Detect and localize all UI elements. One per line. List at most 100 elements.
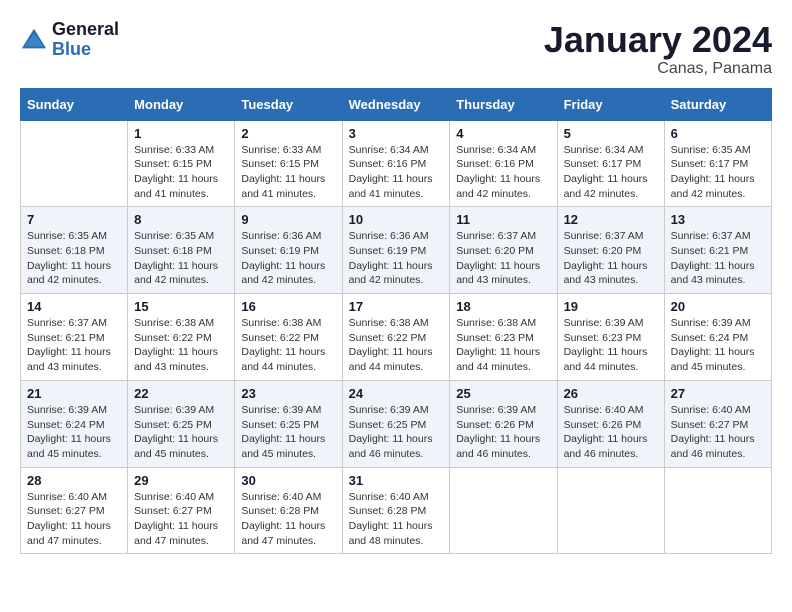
calendar-cell: 1 Sunrise: 6:33 AM Sunset: 6:15 PM Daylig… [128,120,235,207]
day-info: Sunrise: 6:34 AM Sunset: 6:16 PM Dayligh… [456,143,550,202]
day-info: Sunrise: 6:39 AM Sunset: 6:25 PM Dayligh… [241,403,335,462]
calendar-cell: 16Sunrise: 6:38 AM Sunset: 6:22 PM Dayli… [235,294,342,381]
day-number: 24 [349,386,444,401]
day-number: 18 [456,299,550,314]
day-info: Sunrise: 6:39 AM Sunset: 6:24 PM Dayligh… [671,316,765,375]
calendar-week-row: 28 Sunrise: 6:40 AM Sunset: 6:27 PM Dayli… [21,467,772,554]
day-info: Sunrise: 6:33 AM Sunset: 6:15 PM Dayligh… [241,143,335,202]
day-number: 30 [241,473,335,488]
calendar-cell: 29 Sunrise: 6:40 AM Sunset: 6:27 PM Dayli… [128,467,235,554]
calendar-cell: 10Sunrise: 6:36 AM Sunset: 6:19 PM Dayli… [342,207,450,294]
day-header: Saturday [664,88,771,120]
calendar-cell: 17 Sunrise: 6:38 AM Sunset: 6:22 PM Dayli… [342,294,450,381]
day-number: 26 [564,386,658,401]
day-info: Sunrise: 6:37 AM Sunset: 6:21 PM Dayligh… [27,316,121,375]
day-info: Sunrise: 6:40 AM Sunset: 6:28 PM Dayligh… [241,490,335,549]
day-number: 12 [564,212,658,227]
day-header: Wednesday [342,88,450,120]
day-number: 1 [134,126,228,141]
header-row: SundayMondayTuesdayWednesdayThursdayFrid… [21,88,772,120]
day-number: 4 [456,126,550,141]
page-header: General Blue January 2024 Canas, Panama [20,20,772,78]
day-info: Sunrise: 6:35 AM Sunset: 6:18 PM Dayligh… [27,229,121,288]
day-header: Sunday [21,88,128,120]
calendar-cell: 31Sunrise: 6:40 AM Sunset: 6:28 PM Dayli… [342,467,450,554]
calendar-cell: 3 Sunrise: 6:34 AM Sunset: 6:16 PM Daylig… [342,120,450,207]
day-number: 19 [564,299,658,314]
day-number: 3 [349,126,444,141]
day-info: Sunrise: 6:37 AM Sunset: 6:21 PM Dayligh… [671,229,765,288]
location-subtitle: Canas, Panama [544,60,772,78]
day-info: Sunrise: 6:40 AM Sunset: 6:27 PM Dayligh… [27,490,121,549]
day-info: Sunrise: 6:35 AM Sunset: 6:18 PM Dayligh… [134,229,228,288]
calendar-cell: 9 Sunrise: 6:36 AM Sunset: 6:19 PM Daylig… [235,207,342,294]
logo: General Blue [20,20,119,60]
day-number: 17 [349,299,444,314]
calendar-cell: 6 Sunrise: 6:35 AM Sunset: 6:17 PM Daylig… [664,120,771,207]
day-number: 13 [671,212,765,227]
day-info: Sunrise: 6:35 AM Sunset: 6:17 PM Dayligh… [671,143,765,202]
calendar-cell: 21 Sunrise: 6:39 AM Sunset: 6:24 PM Dayli… [21,380,128,467]
logo-text: General Blue [52,20,119,60]
day-number: 6 [671,126,765,141]
title-area: January 2024 Canas, Panama [544,20,772,78]
day-info: Sunrise: 6:39 AM Sunset: 6:23 PM Dayligh… [564,316,658,375]
day-number: 28 [27,473,121,488]
day-info: Sunrise: 6:38 AM Sunset: 6:23 PM Dayligh… [456,316,550,375]
day-info: Sunrise: 6:39 AM Sunset: 6:26 PM Dayligh… [456,403,550,462]
day-info: Sunrise: 6:36 AM Sunset: 6:19 PM Dayligh… [241,229,335,288]
day-info: Sunrise: 6:37 AM Sunset: 6:20 PM Dayligh… [456,229,550,288]
calendar-cell [21,120,128,207]
day-info: Sunrise: 6:38 AM Sunset: 6:22 PM Dayligh… [349,316,444,375]
day-number: 22 [134,386,228,401]
day-info: Sunrise: 6:40 AM Sunset: 6:27 PM Dayligh… [134,490,228,549]
calendar-cell: 23Sunrise: 6:39 AM Sunset: 6:25 PM Dayli… [235,380,342,467]
calendar-cell: 15Sunrise: 6:38 AM Sunset: 6:22 PM Dayli… [128,294,235,381]
calendar-cell: 24Sunrise: 6:39 AM Sunset: 6:25 PM Dayli… [342,380,450,467]
month-title: January 2024 [544,20,772,60]
day-header: Tuesday [235,88,342,120]
calendar-cell: 7Sunrise: 6:35 AM Sunset: 6:18 PM Daylig… [21,207,128,294]
day-number: 11 [456,212,550,227]
calendar-week-row: 7Sunrise: 6:35 AM Sunset: 6:18 PM Daylig… [21,207,772,294]
day-header: Friday [557,88,664,120]
calendar-table: SundayMondayTuesdayWednesdayThursdayFrid… [20,88,772,555]
calendar-week-row: 1 Sunrise: 6:33 AM Sunset: 6:15 PM Daylig… [21,120,772,207]
day-info: Sunrise: 6:38 AM Sunset: 6:22 PM Dayligh… [134,316,228,375]
calendar-cell: 30 Sunrise: 6:40 AM Sunset: 6:28 PM Dayli… [235,467,342,554]
day-info: Sunrise: 6:34 AM Sunset: 6:16 PM Dayligh… [349,143,444,202]
calendar-cell: 26 Sunrise: 6:40 AM Sunset: 6:26 PM Dayli… [557,380,664,467]
day-number: 16 [241,299,335,314]
calendar-cell: 11 Sunrise: 6:37 AM Sunset: 6:20 PM Dayli… [450,207,557,294]
calendar-cell: 13 Sunrise: 6:37 AM Sunset: 6:21 PM Dayli… [664,207,771,294]
day-number: 2 [241,126,335,141]
calendar-cell [450,467,557,554]
day-info: Sunrise: 6:39 AM Sunset: 6:24 PM Dayligh… [27,403,121,462]
day-number: 20 [671,299,765,314]
day-number: 9 [241,212,335,227]
calendar-cell: 5 Sunrise: 6:34 AM Sunset: 6:17 PM Daylig… [557,120,664,207]
day-number: 29 [134,473,228,488]
day-number: 31 [349,473,444,488]
day-info: Sunrise: 6:37 AM Sunset: 6:20 PM Dayligh… [564,229,658,288]
calendar-cell: 19 Sunrise: 6:39 AM Sunset: 6:23 PM Dayli… [557,294,664,381]
day-number: 8 [134,212,228,227]
day-header: Monday [128,88,235,120]
day-info: Sunrise: 6:33 AM Sunset: 6:15 PM Dayligh… [134,143,228,202]
day-number: 25 [456,386,550,401]
calendar-cell: 4 Sunrise: 6:34 AM Sunset: 6:16 PM Daylig… [450,120,557,207]
calendar-cell [664,467,771,554]
calendar-cell: 2 Sunrise: 6:33 AM Sunset: 6:15 PM Daylig… [235,120,342,207]
day-number: 21 [27,386,121,401]
day-number: 5 [564,126,658,141]
day-number: 14 [27,299,121,314]
day-info: Sunrise: 6:40 AM Sunset: 6:27 PM Dayligh… [671,403,765,462]
day-number: 27 [671,386,765,401]
calendar-cell: 22 Sunrise: 6:39 AM Sunset: 6:25 PM Dayli… [128,380,235,467]
calendar-cell: 28 Sunrise: 6:40 AM Sunset: 6:27 PM Dayli… [21,467,128,554]
calendar-cell: 20 Sunrise: 6:39 AM Sunset: 6:24 PM Dayli… [664,294,771,381]
day-info: Sunrise: 6:39 AM Sunset: 6:25 PM Dayligh… [134,403,228,462]
day-info: Sunrise: 6:40 AM Sunset: 6:26 PM Dayligh… [564,403,658,462]
day-info: Sunrise: 6:34 AM Sunset: 6:17 PM Dayligh… [564,143,658,202]
calendar-cell: 27 Sunrise: 6:40 AM Sunset: 6:27 PM Dayli… [664,380,771,467]
